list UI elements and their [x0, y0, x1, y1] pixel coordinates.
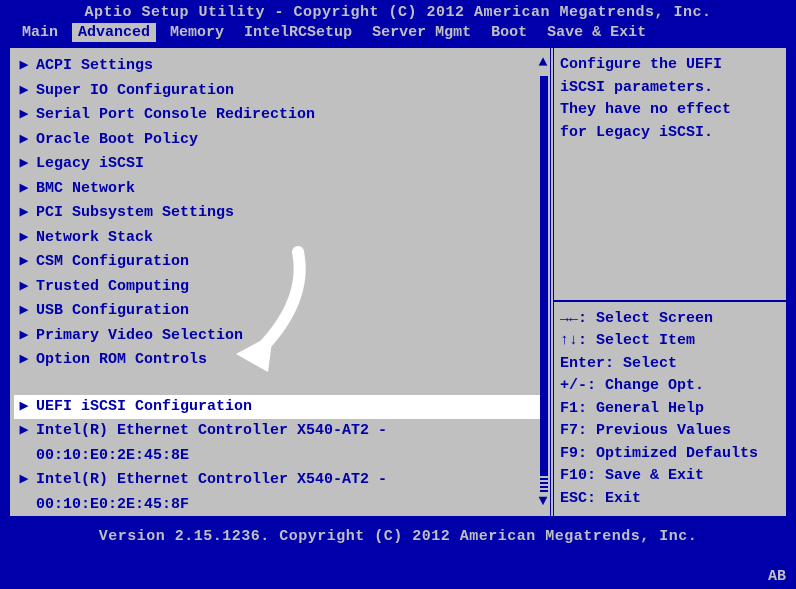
menu-label: Trusted Computing — [36, 276, 189, 299]
submenu-icon: ▶ — [18, 153, 30, 176]
submenu-icon: ▶ — [18, 227, 30, 250]
status-corner: AB — [768, 568, 786, 585]
submenu-icon: ▶ — [18, 129, 30, 152]
submenu-icon: ▶ — [18, 276, 30, 299]
menu-label: Legacy iSCSI — [36, 153, 144, 176]
menu-label: CSM Configuration — [36, 251, 189, 274]
tab-memory[interactable]: Memory — [164, 23, 230, 42]
footer-version: Version 2.15.1236. Copyright (C) 2012 Am… — [0, 518, 796, 549]
header-title: Aptio Setup Utility - Copyright (C) 2012… — [0, 0, 796, 23]
tab-advanced[interactable]: Advanced — [72, 23, 156, 42]
menu-label: Super IO Configuration — [36, 80, 234, 103]
tab-intelrcsetup[interactable]: IntelRCSetup — [238, 23, 358, 42]
submenu-icon: ▶ — [18, 349, 30, 372]
help-panel: Configure the UEFI iSCSI parameters. The… — [554, 48, 786, 516]
menu-item-bmc[interactable]: ▶ BMC Network — [18, 177, 542, 202]
scrollbar-thumb[interactable] — [540, 76, 548, 476]
help-line: They have no effect — [560, 99, 780, 122]
menu-item-tpm[interactable]: ▶ Trusted Computing — [18, 275, 542, 300]
menu-item-nic2-mac: 00:10:E0:2E:45:8F — [18, 493, 542, 517]
menu-label: Serial Port Console Redirection — [36, 104, 315, 127]
submenu-icon: ▶ — [18, 104, 30, 127]
menu-label: ACPI Settings — [36, 55, 153, 78]
submenu-icon: ▶ — [18, 300, 30, 323]
help-line: iSCSI parameters. — [560, 77, 780, 100]
menu-panel: ▶ ACPI Settings ▶ Super IO Configuration ▶… — [10, 48, 554, 516]
menu-separator — [18, 373, 542, 395]
submenu-icon: ▶ — [18, 202, 30, 225]
submenu-icon: ▶ — [18, 55, 30, 78]
main-content: ▶ ACPI Settings ▶ Super IO Configuration ▶… — [8, 46, 788, 518]
help-line: Configure the UEFI — [560, 54, 780, 77]
menu-item-uefi-iscsi[interactable]: ▶ UEFI iSCSI Configuration — [14, 395, 542, 420]
menu-item-oprom[interactable]: ▶ Option ROM Controls — [18, 348, 542, 373]
tab-boot[interactable]: Boot — [485, 23, 533, 42]
help-text: Configure the UEFI iSCSI parameters. The… — [560, 54, 780, 294]
menu-item-acpi[interactable]: ▶ ACPI Settings — [18, 54, 542, 79]
menu-label: Intel(R) Ethernet Controller X540-AT2 - — [36, 420, 387, 443]
scroll-down-icon[interactable]: ▼ — [538, 493, 548, 510]
tab-bar: Main Advanced Memory IntelRCSetup Server… — [0, 23, 796, 46]
help-divider — [554, 300, 786, 302]
key-help: →←: Select Screen ↑↓: Select Item Enter:… — [560, 308, 780, 511]
key-hint: ↑↓: Select Item — [560, 330, 780, 353]
scrollbar-track[interactable] — [540, 476, 548, 492]
submenu-icon: ▶ — [18, 80, 30, 103]
menu-item-superio[interactable]: ▶ Super IO Configuration — [18, 79, 542, 104]
key-hint: Enter: Select — [560, 353, 780, 376]
tab-main[interactable]: Main — [16, 23, 64, 42]
menu-item-nic2[interactable]: ▶ Intel(R) Ethernet Controller X540-AT2 - — [18, 468, 542, 493]
submenu-icon: ▶ — [18, 396, 30, 419]
menu-sublabel: 00:10:E0:2E:45:8F — [36, 494, 189, 517]
scroll-up-icon[interactable]: ▲ — [538, 54, 548, 71]
menu-item-netstack[interactable]: ▶ Network Stack — [18, 226, 542, 251]
key-hint: F7: Previous Values — [560, 420, 780, 443]
menu-label: USB Configuration — [36, 300, 189, 323]
menu-item-video[interactable]: ▶ Primary Video Selection — [18, 324, 542, 349]
key-hint: F1: General Help — [560, 398, 780, 421]
tab-servermgmt[interactable]: Server Mgmt — [366, 23, 477, 42]
menu-item-nic1[interactable]: ▶ Intel(R) Ethernet Controller X540-AT2 - — [18, 419, 542, 444]
menu-label: UEFI iSCSI Configuration — [36, 396, 252, 419]
menu-item-usb[interactable]: ▶ USB Configuration — [18, 299, 542, 324]
menu-item-nic1-mac: 00:10:E0:2E:45:8E — [18, 444, 542, 469]
submenu-icon: ▶ — [18, 420, 30, 443]
menu-label: Option ROM Controls — [36, 349, 207, 372]
submenu-icon: ▶ — [18, 178, 30, 201]
key-hint: →←: Select Screen — [560, 308, 780, 331]
menu-item-csm[interactable]: ▶ CSM Configuration — [18, 250, 542, 275]
menu-label: Network Stack — [36, 227, 153, 250]
menu-item-pci[interactable]: ▶ PCI Subsystem Settings — [18, 201, 542, 226]
menu-item-oracleboot[interactable]: ▶ Oracle Boot Policy — [18, 128, 542, 153]
submenu-icon: ▶ — [18, 469, 30, 492]
menu-label: PCI Subsystem Settings — [36, 202, 234, 225]
menu-label: Primary Video Selection — [36, 325, 243, 348]
menu-label: Oracle Boot Policy — [36, 129, 198, 152]
tab-saveexit[interactable]: Save & Exit — [541, 23, 652, 42]
menu-item-serial[interactable]: ▶ Serial Port Console Redirection — [18, 103, 542, 128]
key-hint: ESC: Exit — [560, 488, 780, 511]
menu-label: BMC Network — [36, 178, 135, 201]
menu-label: Intel(R) Ethernet Controller X540-AT2 - — [36, 469, 387, 492]
key-hint: +/-: Change Opt. — [560, 375, 780, 398]
key-hint: F9: Optimized Defaults — [560, 443, 780, 466]
submenu-icon: ▶ — [18, 251, 30, 274]
menu-item-legacyiscsi[interactable]: ▶ Legacy iSCSI — [18, 152, 542, 177]
help-line: for Legacy iSCSI. — [560, 122, 780, 145]
submenu-icon: ▶ — [18, 325, 30, 348]
menu-sublabel: 00:10:E0:2E:45:8E — [36, 445, 189, 468]
key-hint: F10: Save & Exit — [560, 465, 780, 488]
